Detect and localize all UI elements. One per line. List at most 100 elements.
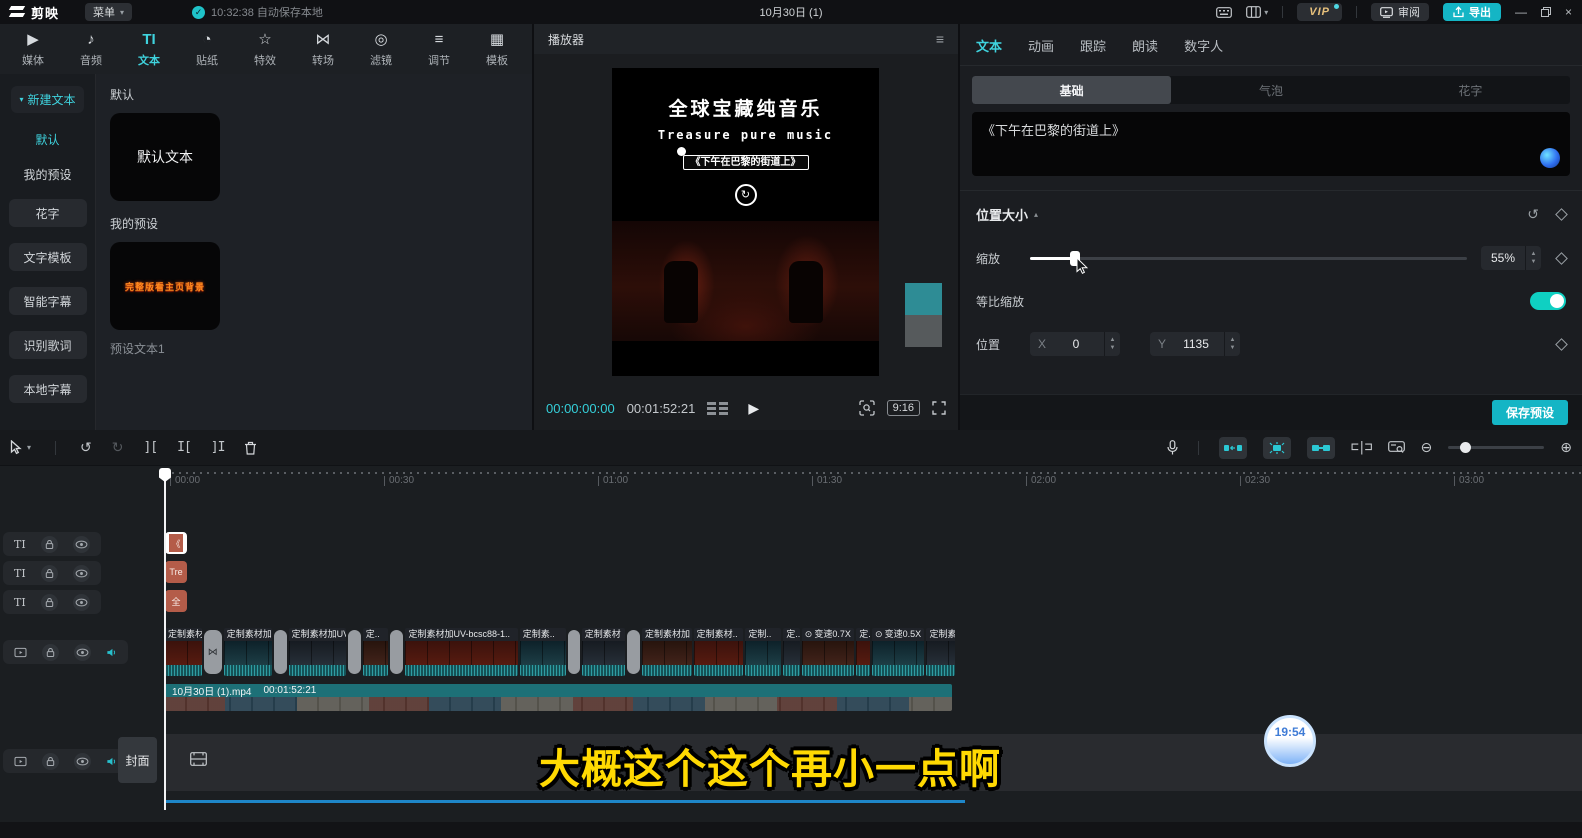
media-tab-贴纸[interactable]: ◔贴纸 <box>178 31 236 68</box>
video-clip[interactable]: 定制素.. <box>926 628 955 676</box>
main-video-track[interactable]: 10月30日 (1).mp4 00:01:52:21 <box>165 684 952 711</box>
sidebar-group-new-text[interactable]: ▾新建文本 <box>11 86 83 113</box>
fullscreen-icon[interactable] <box>932 401 946 415</box>
inspector-subtab-花字[interactable]: 花字 <box>1371 76 1570 104</box>
window-minimize-button[interactable]: — <box>1515 5 1527 19</box>
media-tab-滤镜[interactable]: ◎滤镜 <box>352 31 410 68</box>
position-x-stepper[interactable]: ▲▼ <box>1104 332 1120 356</box>
export-button[interactable]: 导出 <box>1443 3 1501 21</box>
split-button[interactable]: ][ <box>143 440 157 455</box>
transition-marker[interactable] <box>348 630 361 674</box>
mirror-split-icon[interactable]: ⊏|⊐ <box>1351 440 1371 455</box>
video-clip[interactable]: 定制素材加UV <box>289 628 346 676</box>
text-clip-1[interactable]: 《 <box>165 532 187 554</box>
link-clips-toggle[interactable] <box>1307 437 1335 459</box>
aspect-ratio-button[interactable]: 9:16 <box>887 400 920 416</box>
audio-track-line[interactable] <box>165 800 965 803</box>
text-content-input[interactable]: 《下午在巴黎的街道上》 <box>972 112 1570 176</box>
video-clip[interactable]: 定.. <box>856 628 870 676</box>
text-clip-3[interactable]: 全 <box>165 590 187 612</box>
timeline-ruler[interactable] <box>165 472 1582 474</box>
video-overlay-caption-box[interactable]: 《下午在巴黎的街道上》 <box>683 152 809 170</box>
media-tab-媒体[interactable]: ▶媒体 <box>4 31 62 68</box>
timeline-scrollbar-area[interactable] <box>0 822 1582 838</box>
scale-stepper[interactable]: ▲▼ <box>1525 246 1541 270</box>
speed-clip[interactable]: ⊙变速0.7X <box>802 628 854 676</box>
undo-button[interactable]: ↺ <box>80 439 92 456</box>
eye-icon[interactable] <box>73 594 90 611</box>
lock-icon[interactable] <box>42 753 59 770</box>
player-menu-icon[interactable]: ≡ <box>936 31 944 47</box>
menu-button[interactable]: 菜单 ▾ <box>85 3 132 21</box>
keyframe-diamond-icon[interactable] <box>1555 338 1568 351</box>
scale-value[interactable]: 55% <box>1481 246 1525 270</box>
auto-ripple-toggle[interactable] <box>1219 437 1247 459</box>
cover-button[interactable]: 封面 <box>118 737 157 783</box>
review-button[interactable]: 审阅 <box>1371 3 1429 21</box>
timeline-zoom-handle[interactable] <box>1460 442 1471 453</box>
position-y-field[interactable]: Y 1135 <box>1150 332 1224 356</box>
eye-icon[interactable] <box>73 565 90 582</box>
media-tab-转场[interactable]: ⋈转场 <box>294 31 352 68</box>
eye-icon[interactable] <box>74 644 91 661</box>
sidebar-item-默认[interactable]: 默认 <box>35 131 59 148</box>
speaker-icon[interactable] <box>106 756 117 767</box>
speaker-icon[interactable] <box>106 647 117 658</box>
video-clip[interactable]: 定制素材加 <box>642 628 692 676</box>
lock-icon[interactable] <box>41 536 58 553</box>
speed-clip[interactable]: ⊙变速0.5X <box>872 628 924 676</box>
media-tab-调节[interactable]: ≡调节 <box>410 31 468 68</box>
position-x-field[interactable]: X 0 <box>1030 332 1104 356</box>
media-tab-文本[interactable]: TI文本 <box>120 31 178 68</box>
media-tab-模板[interactable]: ▦模板 <box>468 31 526 68</box>
inspector-tab-动画[interactable]: 动画 <box>1028 36 1054 55</box>
video-clip[interactable]: 定.. <box>783 628 800 676</box>
window-close-button[interactable]: × <box>1565 5 1572 19</box>
redo-button[interactable]: ↻ <box>112 439 124 456</box>
eye-icon[interactable] <box>74 753 91 770</box>
scale-slider[interactable] <box>1030 257 1467 260</box>
inspector-tab-跟踪[interactable]: 跟踪 <box>1080 36 1106 55</box>
sidebar-item-我的预设[interactable]: 我的预设 <box>23 166 71 183</box>
keyframe-diamond-icon[interactable] <box>1555 252 1568 265</box>
lock-icon[interactable] <box>41 594 58 611</box>
preview-canvas[interactable]: 全球宝藏纯音乐 Treasure pure music 《下午在巴黎的街道上》 … <box>612 68 879 376</box>
video-clip[interactable]: 定制素材 <box>165 628 202 676</box>
sidebar-item-本地字幕[interactable]: 本地字幕 <box>9 375 87 403</box>
frame-view-icon[interactable] <box>707 402 728 415</box>
vip-button[interactable]: VIP <box>1297 3 1342 21</box>
lock-icon[interactable] <box>41 565 58 582</box>
video-clip[interactable]: 定制.. <box>745 628 781 676</box>
video-clip[interactable]: 定.. <box>363 628 389 676</box>
lock-icon[interactable] <box>42 644 59 661</box>
layout-switch-icon[interactable]: ▾ <box>1246 6 1268 18</box>
inspector-tab-数字人[interactable]: 数字人 <box>1184 36 1223 55</box>
preview-axis-icon[interactable] <box>1388 441 1405 454</box>
sidebar-item-智能字幕[interactable]: 智能字幕 <box>9 287 87 315</box>
timer-bubble[interactable]: 19:54 <box>1264 715 1316 767</box>
inspector-tab-文本[interactable]: 文本 <box>976 36 1002 55</box>
text-style-sphere-icon[interactable] <box>1540 148 1560 168</box>
preview-quality-icon[interactable] <box>859 400 875 416</box>
trim-right-button[interactable]: ]I <box>211 440 225 455</box>
default-text-card[interactable]: 默认文本 <box>110 113 220 201</box>
window-restore-button[interactable] <box>1541 7 1551 17</box>
uniform-scale-toggle[interactable] <box>1530 292 1566 310</box>
transition-marker[interactable] <box>627 630 640 674</box>
sidebar-item-花字[interactable]: 花字 <box>9 199 87 227</box>
inspector-tab-朗读[interactable]: 朗读 <box>1132 36 1158 55</box>
media-tab-音频[interactable]: ♪音频 <box>62 31 120 68</box>
video-clip[interactable]: 定制素材加.. <box>224 628 272 676</box>
trim-left-button[interactable]: I[ <box>177 440 191 455</box>
delete-button[interactable] <box>244 441 257 455</box>
text-clip-2[interactable]: Tre <box>165 561 187 583</box>
zoom-out-icon[interactable]: ⊖ <box>1421 439 1433 456</box>
video-clip[interactable]: 定制素材 <box>582 628 625 676</box>
shortcut-keyboard-icon[interactable] <box>1216 7 1232 18</box>
magnetic-snap-toggle[interactable] <box>1263 437 1291 459</box>
sidebar-item-文字模板[interactable]: 文字模板 <box>9 243 87 271</box>
inspector-subtab-基础[interactable]: 基础 <box>972 76 1171 104</box>
select-tool-button[interactable]: ▾ <box>10 440 31 455</box>
transition-marker[interactable]: ⋈ <box>204 630 222 674</box>
keyframe-diamond-icon[interactable] <box>1555 208 1568 221</box>
